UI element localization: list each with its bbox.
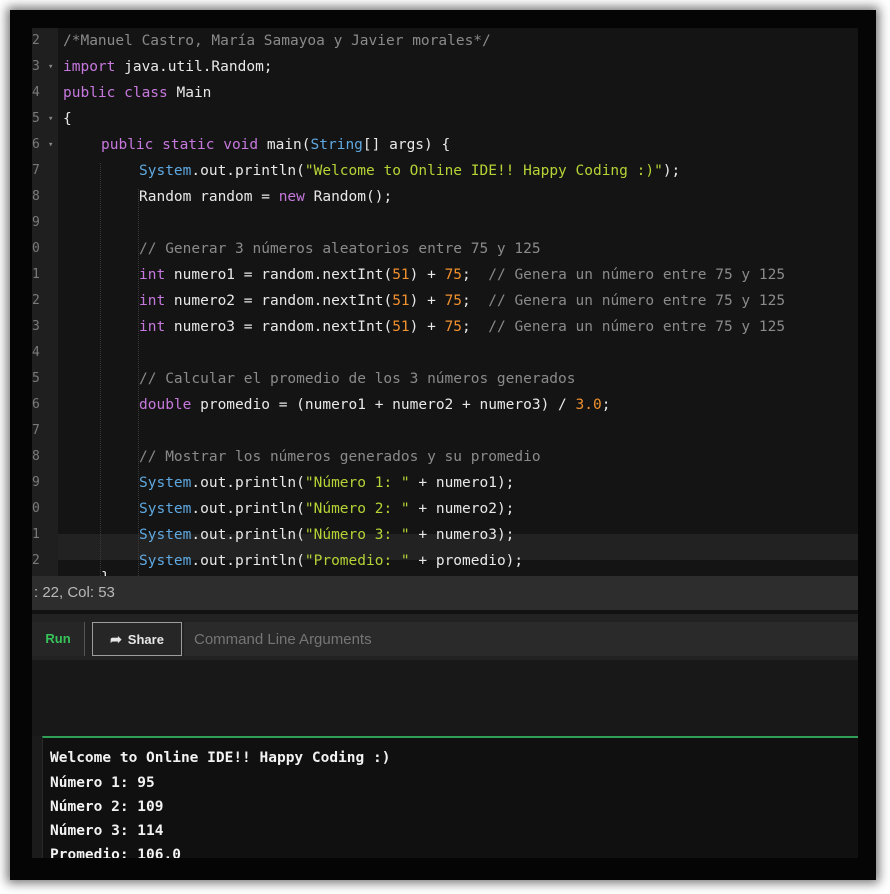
code-line: System.out.println("Número 2: " + numero… [139, 501, 515, 517]
output-line: Número 1: 95 [50, 775, 155, 791]
fold-arrow-icon[interactable]: ▾ [48, 54, 53, 80]
status-bar: : 22, Col: 53 [32, 576, 858, 610]
output-console: Welcome to Online IDE!! Happy Coding :) … [42, 736, 858, 858]
code-line: System.out.println("Número 3: " + numero… [139, 527, 515, 543]
code-line: // Mostrar los números generados y su pr… [139, 449, 541, 465]
code-line: } [101, 565, 110, 576]
code-line: System.out.println("Promedio: " + promed… [139, 553, 524, 569]
code-line: int numero1 = random.nextInt(51) + 75; /… [139, 267, 786, 283]
share-label: Share [127, 632, 164, 647]
fold-arrow-icon[interactable]: ▾ [48, 106, 53, 132]
output-line: Número 2: 109 [50, 799, 164, 815]
fold-arrow-icon[interactable]: ▾ [48, 132, 53, 158]
output-line: Número 3: 114 [50, 823, 164, 839]
online-ide: 2 3 ▾ 4 5 ▾ 6 ▾ 7 8 9 0 1 2 3 4 5 6 7 8 9 0… [32, 28, 858, 858]
run-toolbar: Run ➦ Share [32, 610, 858, 660]
code-line: public static void main(String[] args) { [101, 137, 451, 153]
indent-guide [100, 163, 101, 576]
code-line: /*Manuel Castro, María Samayoa y Javier … [63, 33, 491, 49]
cursor-position: : 22, Col: 53 [34, 584, 115, 601]
code-line: // Generar 3 números aleatorios entre 75… [139, 241, 541, 257]
code-line: { [63, 111, 72, 127]
code-line: // Calcular el promedio de los 3 números… [139, 371, 576, 387]
share-arrow-icon: ➦ [110, 631, 122, 647]
code-line: System.out.println("Welcome to Online ID… [139, 163, 681, 179]
code-line: double promedio = (numero1 + numero2 + n… [139, 397, 611, 413]
code-line: Random random = new Random(); [139, 189, 393, 205]
run-button[interactable]: Run [32, 622, 85, 656]
code-line: int numero2 = random.nextInt(51) + 75; /… [139, 293, 786, 309]
code-line: public class Main [63, 85, 212, 101]
output-spacer [32, 660, 858, 736]
share-button[interactable]: ➦ Share [92, 622, 182, 656]
code-editor[interactable]: 2 3 ▾ 4 5 ▾ 6 ▾ 7 8 9 0 1 2 3 4 5 6 7 8 9 0… [32, 28, 858, 576]
command-line-arguments-input[interactable] [184, 622, 858, 656]
code-line: int numero3 = random.nextInt(51) + 75; /… [139, 319, 786, 335]
output-line: Promedio: 106.0 [50, 847, 181, 858]
output-line: Welcome to Online IDE!! Happy Coding :) [50, 750, 391, 766]
code-line: import java.util.Random; [63, 59, 273, 75]
code-line: System.out.println("Número 1: " + numero… [139, 475, 515, 491]
